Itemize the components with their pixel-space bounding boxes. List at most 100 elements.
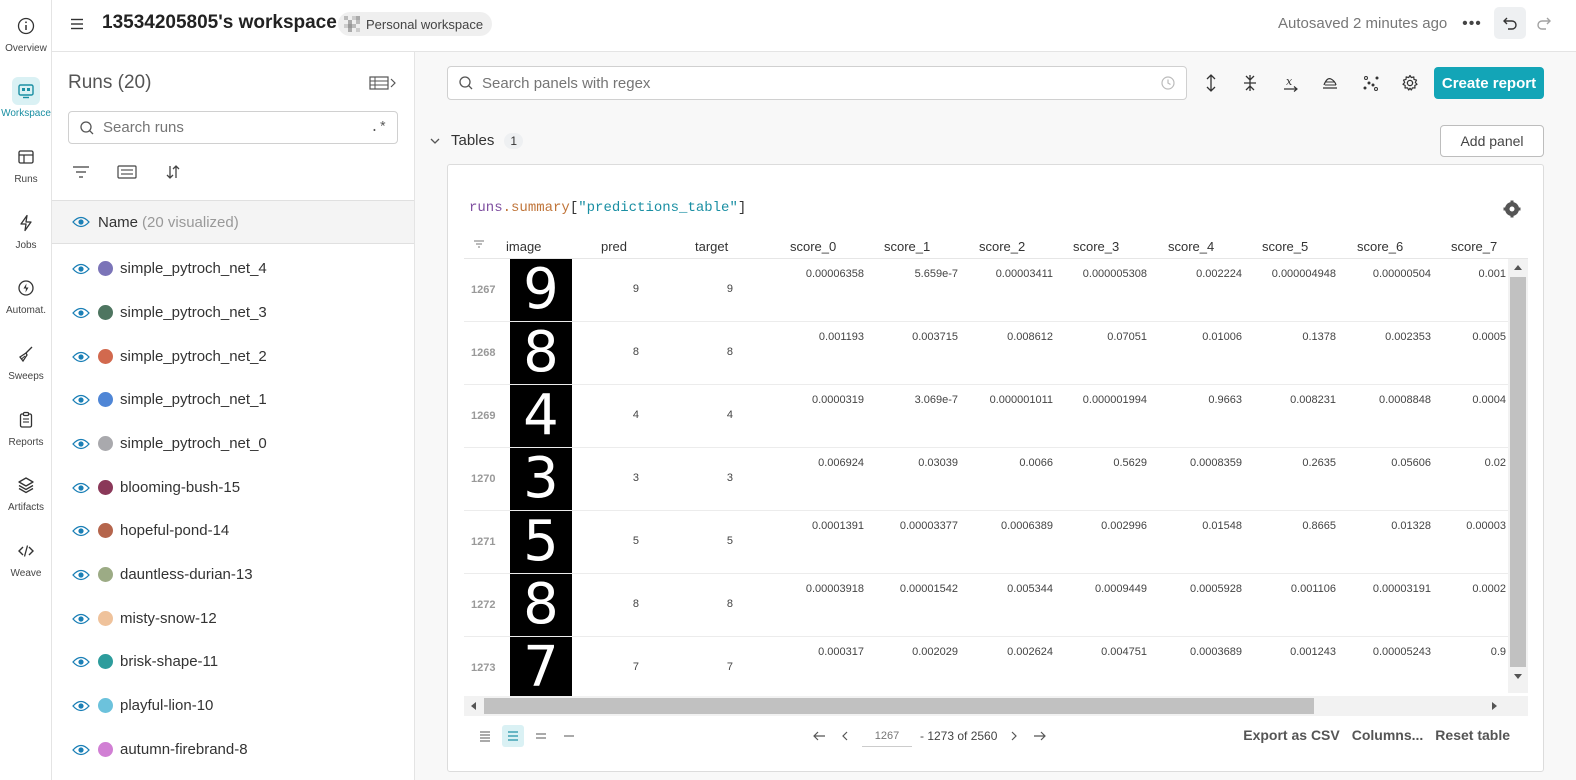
run-name[interactable]: simple_pytroch_net_0 [120, 435, 267, 452]
scroll-down-icon[interactable] [1513, 673, 1523, 681]
digit-image[interactable]: 7 [510, 637, 572, 699]
run-row[interactable]: autumn-firebrand-8 [52, 728, 414, 771]
column-header-score-3[interactable]: score_3 [1073, 239, 1119, 254]
collapse-runs-button[interactable] [368, 74, 398, 92]
run-color-dot[interactable] [98, 261, 113, 276]
undo-button[interactable] [1494, 7, 1526, 39]
nav-workspace[interactable]: Workspace [0, 73, 52, 129]
previous-page-button[interactable] [836, 725, 854, 747]
eye-icon[interactable] [72, 438, 90, 450]
run-color-dot[interactable] [98, 567, 113, 582]
nav-reports[interactable]: Reports [0, 402, 52, 458]
sort-button[interactable] [160, 160, 186, 184]
run-name[interactable]: blooming-bush-15 [120, 479, 240, 496]
column-header-score-2[interactable]: score_2 [979, 239, 1025, 254]
run-name[interactable]: simple_pytroch_net_2 [120, 348, 267, 365]
digit-image[interactable]: 5 [510, 511, 572, 573]
run-name[interactable]: simple_pytroch_net_4 [120, 260, 267, 277]
run-color-dot[interactable] [98, 436, 113, 451]
create-report-button[interactable]: Create report [1434, 67, 1544, 99]
column-header-score-6[interactable]: score_6 [1357, 239, 1403, 254]
scroll-right-icon[interactable] [1491, 701, 1499, 711]
nav-artifacts[interactable]: Artifacts [0, 467, 52, 523]
eye-icon[interactable] [72, 307, 90, 319]
redo-button[interactable] [1528, 7, 1560, 39]
eye-icon[interactable] [72, 263, 90, 275]
run-name[interactable]: simple_pytroch_net_3 [120, 304, 267, 321]
column-header-pred[interactable]: pred [601, 239, 627, 254]
add-panel-button[interactable]: Add panel [1440, 125, 1544, 157]
first-page-button[interactable] [810, 725, 828, 747]
vertical-scroll-thumb[interactable] [1510, 277, 1526, 667]
table-row[interactable]: 1268 8 8 8 0.001193 0.003715 0.008612 0.… [464, 322, 1508, 385]
run-row[interactable]: blooming-bush-15 [52, 466, 414, 509]
panel-settings-button[interactable] [1503, 200, 1521, 218]
last-page-button[interactable] [1031, 725, 1049, 747]
scroll-up-icon[interactable] [1513, 263, 1523, 271]
density-compact-button[interactable] [474, 725, 496, 747]
eye-icon[interactable] [72, 700, 90, 712]
nav-overview[interactable]: Overview [0, 8, 52, 64]
run-name[interactable]: simple_pytroch_net_1 [120, 391, 267, 408]
run-row[interactable]: dauntless-durian-13 [52, 553, 414, 596]
history-icon[interactable] [1160, 75, 1176, 91]
run-row[interactable]: misty-snow-12 [52, 597, 414, 640]
run-row[interactable]: simple_pytroch_net_2 [52, 335, 414, 378]
digit-image[interactable]: 8 [510, 574, 572, 636]
regex-toggle[interactable]: .* [370, 120, 387, 136]
density-single-button[interactable] [558, 725, 580, 747]
table-row[interactable]: 1267 9 9 9 0.00006358 5.659e-7 0.0000341… [464, 259, 1508, 322]
name-column-header[interactable]: Name [98, 214, 138, 231]
eye-icon[interactable] [72, 216, 90, 228]
expand-sections-button[interactable] [1199, 71, 1223, 95]
table-row[interactable]: 1273 7 7 7 0.000317 0.002029 0.002624 0.… [464, 637, 1508, 700]
run-row[interactable]: simple_pytroch_net_4 [52, 247, 414, 290]
run-color-dot[interactable] [98, 698, 113, 713]
run-name[interactable]: dauntless-durian-13 [120, 566, 253, 583]
section-header-tables[interactable]: Tables 1 [429, 132, 524, 149]
x-axis-settings-button[interactable]: x [1279, 71, 1303, 95]
filter-button[interactable] [68, 160, 94, 184]
eye-icon[interactable] [72, 613, 90, 625]
reset-table-button[interactable]: Reset table [1435, 727, 1510, 743]
page-start-input[interactable] [862, 725, 912, 747]
run-row[interactable]: hopeful-pond-14 [52, 509, 414, 552]
eye-icon[interactable] [72, 569, 90, 581]
smoothing-settings-button[interactable] [1318, 71, 1342, 95]
run-name[interactable]: brisk-shape-11 [120, 653, 218, 670]
column-header-score-1[interactable]: score_1 [884, 239, 930, 254]
chevron-down-icon[interactable] [429, 135, 441, 147]
collapse-sections-button[interactable] [1238, 71, 1262, 95]
horizontal-scroll-thumb[interactable] [484, 698, 1314, 714]
run-name[interactable]: playful-lion-10 [120, 697, 213, 714]
nav-jobs[interactable]: Jobs [0, 205, 52, 261]
density-tall-button[interactable] [530, 725, 552, 747]
digit-image[interactable]: 9 [510, 259, 572, 321]
next-page-button[interactable] [1005, 725, 1023, 747]
digit-image[interactable]: 8 [510, 322, 572, 384]
runs-search-input[interactable] [103, 119, 371, 136]
run-color-dot[interactable] [98, 392, 113, 407]
workspace-badge[interactable]: Personal workspace [338, 12, 493, 36]
run-color-dot[interactable] [98, 523, 113, 538]
run-color-dot[interactable] [98, 305, 113, 320]
run-name[interactable]: hopeful-pond-14 [120, 522, 229, 539]
nav-weave[interactable]: Weave [0, 533, 52, 589]
table-row[interactable]: 1271 5 5 5 0.0001391 0.00003377 0.000638… [464, 511, 1508, 574]
run-color-dot[interactable] [98, 480, 113, 495]
column-header-image[interactable]: image [506, 239, 541, 254]
eye-icon[interactable] [72, 394, 90, 406]
column-header-score-5[interactable]: score_5 [1262, 239, 1308, 254]
eye-icon[interactable] [72, 744, 90, 756]
run-color-dot[interactable] [98, 742, 113, 757]
vertical-scrollbar[interactable] [1508, 259, 1528, 693]
eye-icon[interactable] [72, 351, 90, 363]
run-name[interactable]: misty-snow-12 [120, 610, 217, 627]
outliers-settings-button[interactable] [1359, 71, 1383, 95]
digit-image[interactable]: 4 [510, 385, 572, 447]
digit-image[interactable]: 3 [510, 448, 572, 510]
hamburger-menu-icon[interactable] [69, 16, 85, 32]
run-color-dot[interactable] [98, 349, 113, 364]
run-row[interactable]: playful-lion-10 [52, 684, 414, 727]
nav-automations[interactable]: Automat. [0, 270, 52, 326]
